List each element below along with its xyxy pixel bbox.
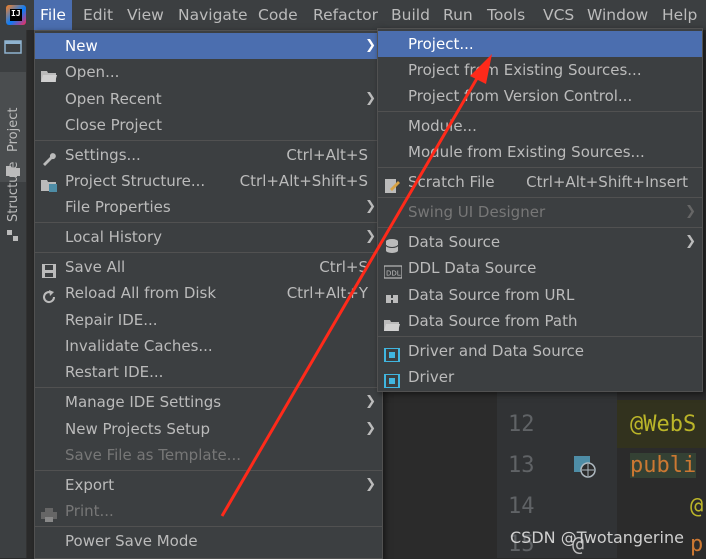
menu-item-new-projects-setup[interactable]: New Projects Setup ❯ xyxy=(35,416,382,442)
menu-separator xyxy=(35,252,382,253)
menu-item-restart-ide[interactable]: Restart IDE... xyxy=(35,359,382,385)
menu-item-module-from-existing[interactable]: Module from Existing Sources... xyxy=(378,139,702,165)
tool-window-strip: Project Structure xyxy=(0,30,27,558)
url-plug-icon xyxy=(384,288,400,303)
menu-item-module[interactable]: Module... xyxy=(378,113,702,139)
menu-item-file-properties[interactable]: File Properties ❯ xyxy=(35,194,382,220)
wrench-icon xyxy=(41,148,57,166)
line-number: 12 xyxy=(508,412,535,437)
code-keyword: publi xyxy=(630,453,697,478)
menu-bar: IJ File Edit View Navigate Code Refactor… xyxy=(0,0,706,30)
menu-item-repair-ide[interactable]: Repair IDE... xyxy=(35,307,382,333)
intellij-logo-icon: IJ xyxy=(6,5,26,25)
menu-tools[interactable]: Tools xyxy=(487,0,525,30)
code-keyword: p xyxy=(690,532,704,557)
menu-item-close-project[interactable]: Close Project xyxy=(35,112,382,138)
menu-separator xyxy=(378,111,702,112)
printer-icon xyxy=(41,504,57,522)
menu-separator xyxy=(35,526,382,527)
menu-separator xyxy=(378,227,702,228)
menu-code[interactable]: Code xyxy=(258,0,298,30)
menu-view[interactable]: View xyxy=(127,0,164,30)
structure-icon xyxy=(7,230,19,242)
menu-item-export[interactable]: Export ❯ xyxy=(35,472,382,498)
menu-item-settings[interactable]: Settings... Ctrl+Alt+S xyxy=(35,142,382,168)
menu-item-save-all[interactable]: Save All Ctrl+S xyxy=(35,254,382,280)
ddl-icon: DDL xyxy=(383,261,403,279)
reload-icon xyxy=(41,286,57,304)
menu-item-save-as-template[interactable]: Save File as Template... xyxy=(35,442,382,468)
menu-run[interactable]: Run xyxy=(443,0,473,30)
menu-item-ddl-data-source[interactable]: DDL DDL Data Source xyxy=(378,255,702,281)
web-servlet-icon[interactable] xyxy=(573,455,597,479)
menu-separator xyxy=(378,167,702,168)
code-annotation: @WebS xyxy=(630,412,697,437)
menu-build[interactable]: Build xyxy=(391,0,430,30)
line-number: 13 xyxy=(508,453,535,478)
driver-icon xyxy=(384,344,400,363)
menu-item-project-from-vcs[interactable]: Project from Version Control... xyxy=(378,83,702,109)
menu-item-local-history[interactable]: Local History ❯ xyxy=(35,224,382,250)
svg-text:DDL: DDL xyxy=(386,270,401,278)
menu-item-open-recent[interactable]: Open Recent ❯ xyxy=(35,86,382,112)
line-number: 14 xyxy=(508,494,535,519)
project-view-icon[interactable] xyxy=(4,38,22,56)
watermark-text: CSDN @Twotangerine xyxy=(510,528,684,547)
menu-item-swing-ui-designer[interactable]: Swing UI Designer ❯ xyxy=(378,199,702,225)
menu-navigate[interactable]: Navigate xyxy=(178,0,248,30)
menu-item-driver-and-data-source[interactable]: Driver and Data Source xyxy=(378,338,702,364)
menu-separator xyxy=(35,387,382,388)
new-submenu: Project... Project from Existing Sources… xyxy=(377,28,703,392)
tab-structure[interactable]: Structure xyxy=(0,162,26,276)
project-structure-icon xyxy=(41,174,57,192)
menu-item-project-from-existing[interactable]: Project from Existing Sources... xyxy=(378,57,702,83)
menu-help[interactable]: Help xyxy=(662,0,697,30)
menu-item-print[interactable]: Print... xyxy=(35,498,382,524)
folder-open-icon xyxy=(384,314,400,331)
menu-item-new-project[interactable]: Project... xyxy=(378,31,702,57)
menu-vcs[interactable]: VCS xyxy=(543,0,574,30)
database-icon xyxy=(384,235,400,253)
menu-item-project-structure[interactable]: Project Structure... Ctrl+Alt+Shift+S xyxy=(35,168,382,194)
menu-item-power-save-mode[interactable]: Power Save Mode xyxy=(35,528,382,554)
menu-separator xyxy=(378,336,702,337)
menu-file[interactable]: File xyxy=(34,0,72,30)
menu-window[interactable]: Window xyxy=(587,0,648,30)
file-menu: New ❯ Open... Open Recent ❯ Close Project … xyxy=(34,30,383,559)
scratch-file-icon xyxy=(384,175,400,193)
menu-separator xyxy=(35,140,382,141)
menu-item-scratch-file[interactable]: Scratch File Ctrl+Alt+Shift+Insert xyxy=(378,169,702,195)
menu-edit[interactable]: Edit xyxy=(83,0,113,30)
menu-item-driver[interactable]: Driver xyxy=(378,364,702,390)
menu-item-data-source-url[interactable]: Data Source from URL xyxy=(378,282,702,308)
menu-item-data-source[interactable]: Data Source ❯ xyxy=(378,229,702,255)
menu-separator xyxy=(35,222,382,223)
menu-refactor[interactable]: Refactor xyxy=(313,0,378,30)
save-icon xyxy=(41,260,57,278)
menu-separator xyxy=(35,470,382,471)
menu-separator xyxy=(378,197,702,198)
driver-icon xyxy=(384,370,400,389)
code-annotation: @ xyxy=(690,494,704,519)
menu-item-manage-ide-settings[interactable]: Manage IDE Settings ❯ xyxy=(35,389,382,415)
menu-item-invalidate-caches[interactable]: Invalidate Caches... xyxy=(35,333,382,359)
menu-item-data-source-path[interactable]: Data Source from Path xyxy=(378,308,702,334)
menu-item-reload[interactable]: Reload All from Disk Ctrl+Alt+Y xyxy=(35,280,382,306)
menu-item-open[interactable]: Open... xyxy=(35,59,382,85)
menu-item-new[interactable]: New ❯ xyxy=(35,33,382,59)
open-folder-icon xyxy=(41,65,57,82)
